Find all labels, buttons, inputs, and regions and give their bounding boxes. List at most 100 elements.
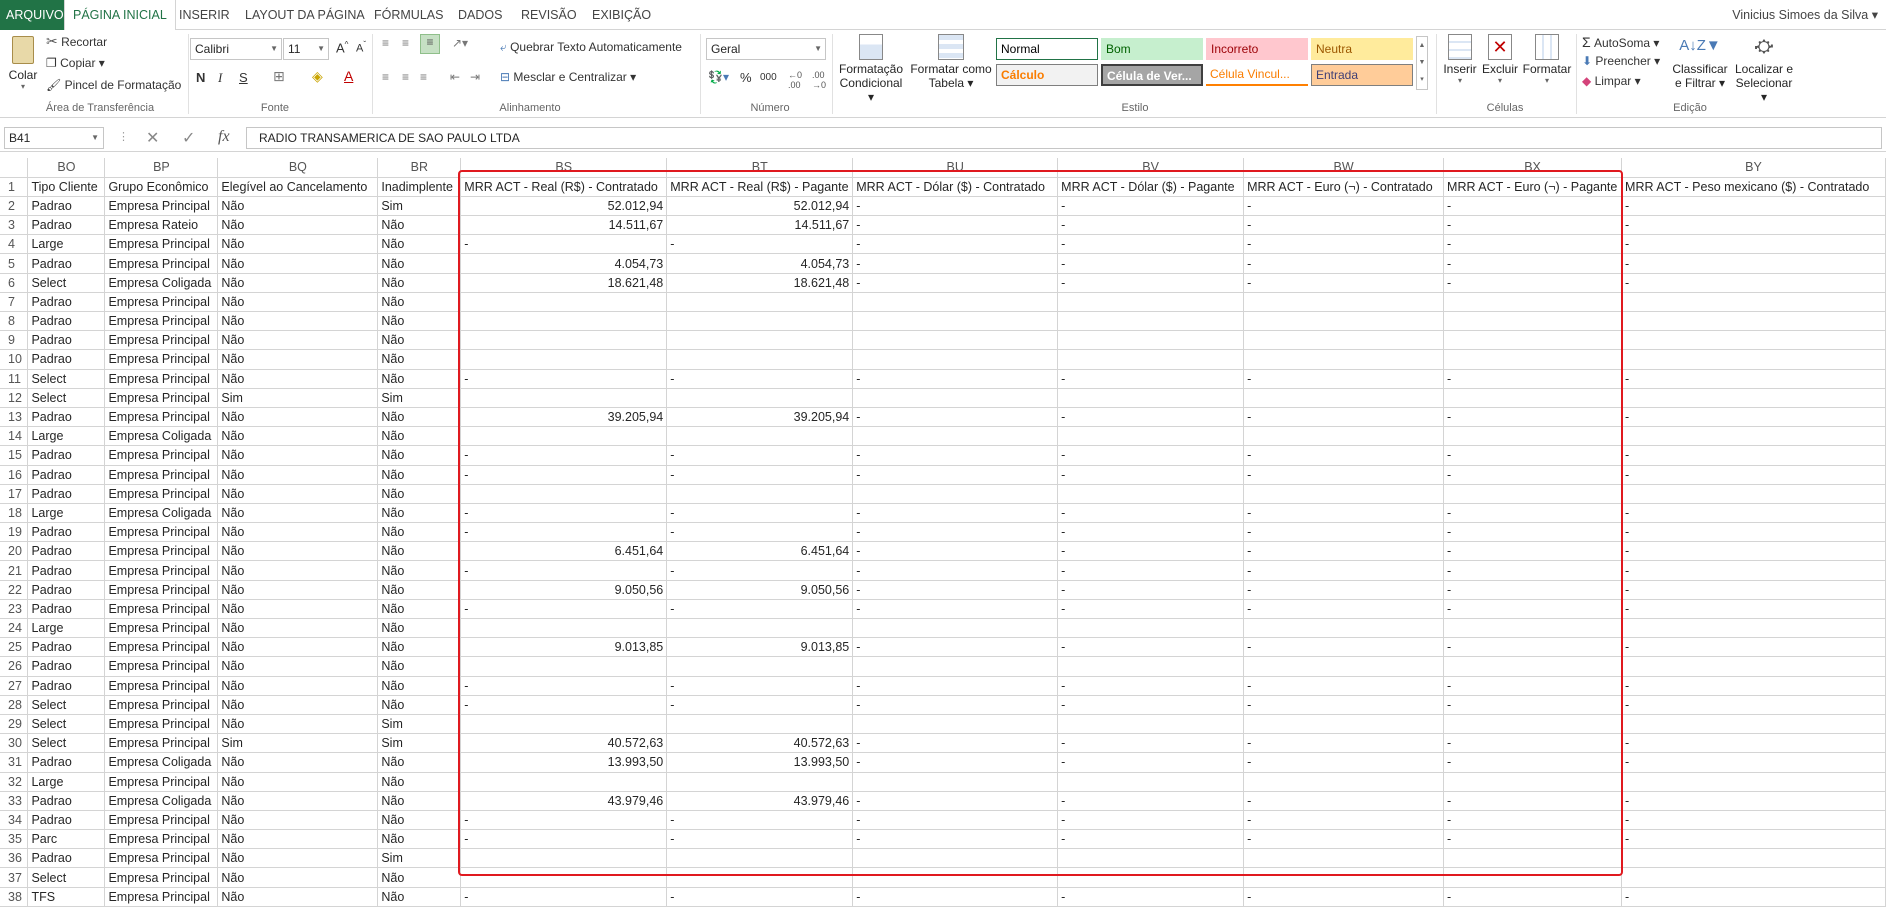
style-incorreto[interactable]: Incorreto <box>1206 38 1308 60</box>
cell[interactable]: Não <box>377 330 462 351</box>
cell[interactable]: Não <box>377 292 462 313</box>
row-header[interactable]: 2 <box>0 196 29 217</box>
row-header[interactable]: 3 <box>0 215 29 236</box>
font-name-select[interactable]: Calibri ▼ <box>190 38 282 60</box>
decrease-indent-icon[interactable]: ⇤ <box>450 70 460 84</box>
cell[interactable]: Padrao <box>27 465 106 485</box>
cell[interactable]: Empresa Principal <box>104 867 219 888</box>
cell[interactable] <box>1621 426 1886 447</box>
row-header[interactable]: 22 <box>0 580 29 600</box>
cell[interactable]: Empresa Principal <box>104 848 219 869</box>
cell[interactable]: Empresa Principal <box>104 522 219 543</box>
cell[interactable]: Não <box>377 772 462 792</box>
cell[interactable]: Select <box>27 369 106 389</box>
style-celula-vinculada[interactable]: Célula Vincul... <box>1206 64 1308 86</box>
cell[interactable]: Sim <box>217 733 379 754</box>
cut-button[interactable]: ✂ Recortar <box>46 34 107 49</box>
cell[interactable]: - <box>1621 810 1886 831</box>
cell[interactable]: Não <box>217 810 379 831</box>
currency-icon[interactable]: 💱▾ <box>708 70 729 84</box>
fill-button[interactable]: ⬇ Preencher ▾ <box>1582 54 1660 68</box>
cell[interactable]: Não <box>217 292 379 313</box>
row-header[interactable]: 31 <box>0 752 29 773</box>
cell[interactable]: Não <box>217 752 379 773</box>
row-header[interactable]: 8 <box>0 311 29 332</box>
clear-button[interactable]: ◆ Limpar ▾ <box>1582 74 1641 88</box>
cell[interactable]: Não <box>377 522 462 543</box>
orientation-icon[interactable]: ↗▾ <box>452 36 468 50</box>
cell[interactable]: Não <box>377 676 462 696</box>
cell[interactable]: Padrao <box>27 541 106 562</box>
cell[interactable]: Não <box>217 599 379 620</box>
cell[interactable]: Sim <box>217 388 379 408</box>
autosum-button[interactable]: Σ AutoSoma ▾ <box>1582 34 1659 50</box>
cell[interactable]: - <box>1621 733 1886 754</box>
cell[interactable]: - <box>1621 407 1886 428</box>
column-header[interactable]: BO <box>27 158 106 178</box>
cell[interactable]: Empresa Principal <box>104 292 219 313</box>
cell[interactable]: Sim <box>377 196 462 217</box>
cell[interactable]: Não <box>217 426 379 447</box>
cell[interactable]: Não <box>217 311 379 332</box>
cell[interactable]: Empresa Principal <box>104 829 219 850</box>
align-middle-icon[interactable]: ≡ <box>402 36 409 50</box>
cell[interactable]: Empresa Principal <box>104 714 219 735</box>
row-header[interactable]: 9 <box>0 330 29 351</box>
cell[interactable]: Não <box>377 580 462 600</box>
cell[interactable]: Parc <box>27 829 106 850</box>
cell[interactable]: Empresa Principal <box>104 772 219 792</box>
cell[interactable]: Não <box>217 867 379 888</box>
cell[interactable]: Empresa Principal <box>104 388 219 408</box>
user-account[interactable]: Vinicius Simoes da Silva ▾ <box>1732 0 1878 30</box>
row-header[interactable]: 5 <box>0 253 29 274</box>
cell[interactable]: Empresa Principal <box>104 253 219 274</box>
cell[interactable]: - <box>852 887 1059 907</box>
increase-decimal-icon[interactable]: ←0.00 <box>788 70 802 90</box>
format-painter-button[interactable]: 🖌 Pincel de Formatação <box>46 78 181 92</box>
cell[interactable]: Select <box>27 695 106 715</box>
borders-icon[interactable]: ⊞ <box>273 68 285 85</box>
cell[interactable]: - <box>1621 829 1886 850</box>
cell[interactable]: - <box>1621 580 1886 600</box>
cell[interactable]: Empresa Principal <box>104 560 219 581</box>
cell[interactable]: Não <box>217 618 379 639</box>
cell[interactable]: Empresa Principal <box>104 676 219 696</box>
cell[interactable]: Sim <box>377 388 462 408</box>
cell[interactable]: Empresa Principal <box>104 541 219 562</box>
bold-button[interactable]: N <box>196 70 205 85</box>
cell[interactable]: Padrao <box>27 637 106 658</box>
row-header[interactable]: 6 <box>0 273 29 293</box>
cell[interactable] <box>1621 618 1886 639</box>
cell[interactable]: Empresa Coligada <box>104 791 219 811</box>
cell[interactable]: Padrao <box>27 676 106 696</box>
cell[interactable]: Empresa Principal <box>104 810 219 831</box>
cell[interactable]: Empresa Principal <box>104 580 219 600</box>
cell[interactable]: - <box>1621 791 1886 811</box>
cell[interactable]: Padrao <box>27 791 106 811</box>
cell[interactable]: Empresa Principal <box>104 695 219 715</box>
cell[interactable]: - <box>1621 196 1886 217</box>
cell[interactable] <box>1621 349 1886 370</box>
cell[interactable]: TFS <box>27 887 106 907</box>
cell[interactable] <box>1621 867 1886 888</box>
cell[interactable]: Padrao <box>27 599 106 620</box>
cell[interactable]: Não <box>217 887 379 907</box>
cell[interactable]: Padrao <box>27 215 106 236</box>
row-header[interactable]: 14 <box>0 426 29 447</box>
cell[interactable]: Não <box>217 676 379 696</box>
cell[interactable]: Não <box>377 273 462 293</box>
insert-function-icon[interactable]: fx <box>218 128 230 146</box>
cell[interactable]: Padrao <box>27 445 106 466</box>
cell[interactable]: - <box>1621 752 1886 773</box>
tab-revisao[interactable]: REVISÃO <box>513 0 585 30</box>
cell[interactable]: Não <box>217 637 379 658</box>
cell[interactable]: Empresa Principal <box>104 733 219 754</box>
row-header[interactable]: 38 <box>0 887 29 907</box>
cell[interactable]: Empresa Coligada <box>104 273 219 293</box>
header-cell[interactable]: Tipo Cliente <box>27 177 106 197</box>
cell[interactable]: Padrao <box>27 484 106 504</box>
cell[interactable]: - <box>1621 560 1886 581</box>
cell[interactable]: Padrao <box>27 848 106 869</box>
cell[interactable]: Não <box>377 407 462 428</box>
cell[interactable]: Não <box>377 369 462 389</box>
